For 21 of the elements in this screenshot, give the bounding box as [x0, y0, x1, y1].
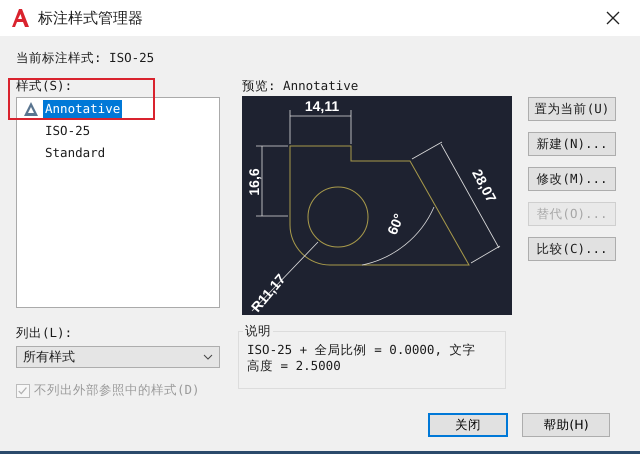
description-text: ISO-25 + 全局比例 = 0.0000, 文字高度 = 2.5000 [247, 342, 477, 374]
current-style-label: 当前标注样式: ISO-25 [16, 50, 156, 66]
style-action-button[interactable]: 修改(M)... [528, 167, 616, 191]
style-action-button[interactable]: 置为当前(U) [528, 97, 616, 121]
checkbox-label: 不列出外部参照中的样式(D) [34, 382, 200, 399]
dialog-button[interactable]: 关闭 [428, 413, 508, 437]
style-item[interactable]: Annotative [43, 100, 122, 118]
close-icon[interactable] [606, 11, 620, 25]
dialog-button[interactable]: 帮助(H) [522, 413, 610, 437]
style-item[interactable]: ISO-25 [43, 122, 92, 140]
app-logo-icon [10, 8, 30, 28]
list-label: 列出(L): [16, 324, 74, 342]
style-item[interactable]: Standard [43, 144, 108, 162]
window-title: 标注样式管理器 [38, 8, 144, 28]
list-dropdown[interactable]: 所有样式 [16, 346, 220, 368]
description-title: 说明 [245, 323, 271, 338]
styles-label: 样式(S): [16, 77, 74, 95]
style-action-button[interactable]: 新建(N)... [528, 132, 616, 156]
chevron-down-icon [203, 354, 213, 360]
preview-label: 预览: Annotative [242, 77, 360, 95]
style-action-button[interactable]: 比较(C)... [528, 237, 616, 261]
